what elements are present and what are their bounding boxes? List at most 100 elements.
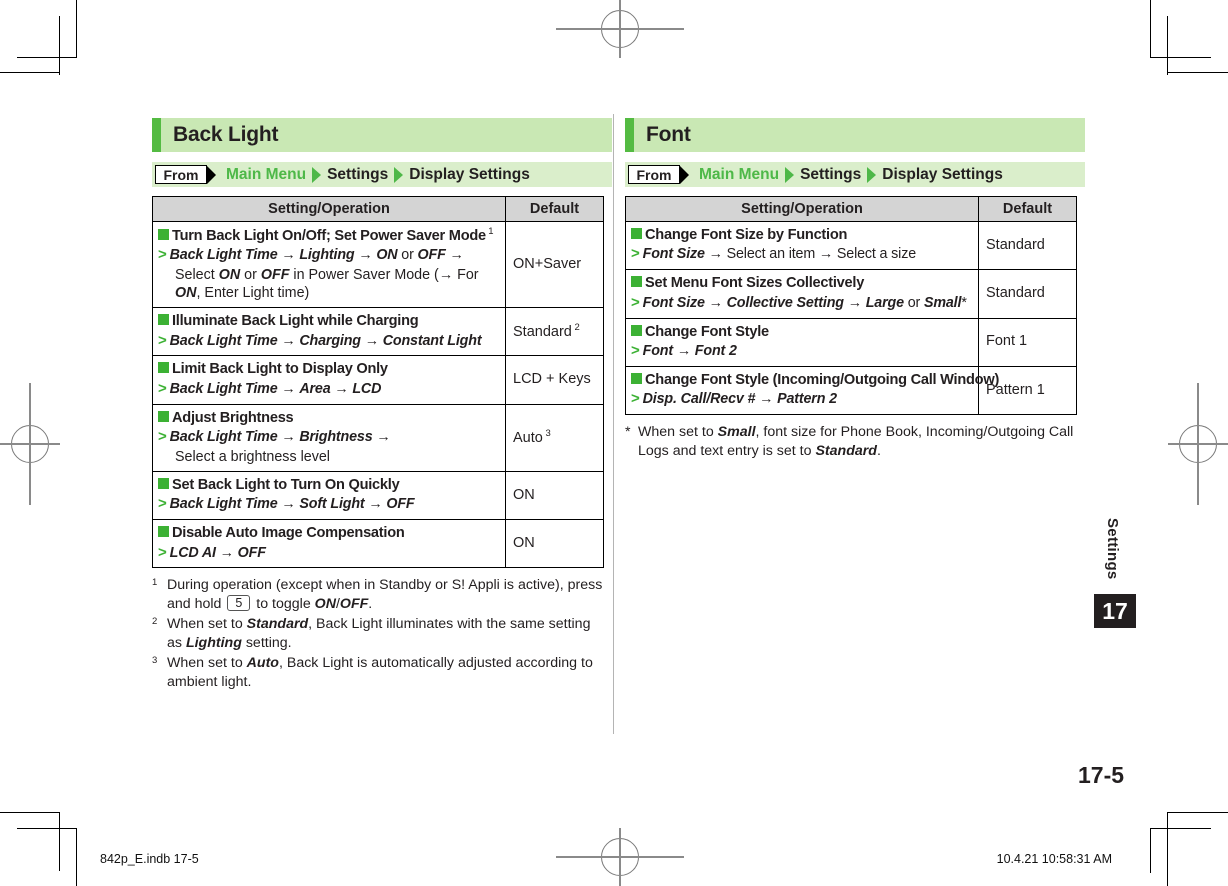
printer-footer-left: 842p_E.indb 17-5 xyxy=(100,852,199,866)
table-row: Disable Auto Image Compensation > LCD AI →… xyxy=(152,519,604,569)
text-run: → xyxy=(277,380,300,397)
text-run: Soft Light xyxy=(299,496,365,513)
operation-title: Limit Back Light to Display Only xyxy=(158,360,500,378)
footnote-marker: 1 xyxy=(152,577,158,589)
operation-title: Adjust Brightness xyxy=(158,409,500,427)
text-run: Select a brightness level xyxy=(175,448,330,465)
operation-cell: Change Font Size by Function > Font Size →… xyxy=(625,220,979,271)
crop-mark-top-right-inner-v xyxy=(1167,16,1169,75)
operation-title: Set Menu Font Sizes Collectively xyxy=(631,274,973,292)
breadcrumb-item-settings[interactable]: Settings xyxy=(800,166,861,184)
breadcrumb-item-display-settings[interactable]: Display Settings xyxy=(882,166,1003,184)
text-run: → xyxy=(704,294,727,311)
chapter-number-badge: 17 xyxy=(1094,594,1136,628)
breadcrumb-item-settings[interactable]: Settings xyxy=(327,166,388,184)
chevron-right-icon xyxy=(312,166,322,183)
table-row: Change Font Style (Incoming/Outgoing Cal… xyxy=(625,365,1077,416)
text-run: Large xyxy=(865,294,904,311)
footnote-ref: 2 xyxy=(571,322,580,334)
footnote-ref: 1 xyxy=(485,226,494,237)
green-square-bullet-icon xyxy=(631,324,642,336)
text-run: Brightness xyxy=(299,429,373,446)
column-divider xyxy=(613,114,614,734)
section-title: Font xyxy=(646,123,691,146)
chevron-right-icon xyxy=(867,166,877,183)
text-run: OFF xyxy=(417,247,446,264)
text-run: → xyxy=(755,391,778,408)
operation-cell: Disable Auto Image Compensation > LCD AI →… xyxy=(152,519,506,569)
default-value-cell: Font 1 xyxy=(978,317,1077,367)
chevron-right-icon xyxy=(394,166,404,183)
text-run: Back Light Time xyxy=(169,247,278,264)
settings-table: Setting/Operation Default Change Font Si… xyxy=(625,196,1077,416)
section-header: Back Light xyxy=(152,118,612,152)
footnote-text: When set to Standard, Back Light illumin… xyxy=(167,615,607,653)
breadcrumb-item-display-settings[interactable]: Display Settings xyxy=(409,166,530,184)
text-run: → Select an item → Select a size xyxy=(704,246,917,263)
default-value-cell: LCD + Keys xyxy=(505,355,604,405)
green-square-bullet-icon xyxy=(158,228,169,240)
text-run: → xyxy=(673,342,695,359)
green-square-bullet-icon xyxy=(631,276,642,288)
text-run: → xyxy=(277,496,300,513)
breadcrumb-item-main-menu[interactable]: Main Menu xyxy=(226,166,306,184)
footnotes: * When set to Small, font size for Phone … xyxy=(625,423,1080,461)
operation-cell: Turn Back Light On/Off; Set Power Saver … xyxy=(152,220,506,309)
column-header-operation: Setting/Operation xyxy=(625,196,979,222)
text-run: or xyxy=(397,247,418,264)
text-run: → xyxy=(843,294,866,311)
text-run: Pattern 2 xyxy=(777,391,837,408)
operation-step: > Back Light Time → Area → LCD xyxy=(158,380,500,399)
printer-footer-right: 10.4.21 10:58:31 AM xyxy=(996,852,1112,866)
footnote: * When set to Small, font size for Phone … xyxy=(625,423,1080,461)
crop-mark-bottom-left-inner-v xyxy=(59,812,61,871)
green-square-bullet-icon xyxy=(158,362,169,374)
breadcrumb-item-main-menu[interactable]: Main Menu xyxy=(699,166,779,184)
chevron-right-icon xyxy=(785,166,795,183)
footnote-marker: 2 xyxy=(152,616,158,628)
text-run: Select xyxy=(175,267,219,284)
operation-title: Disable Auto Image Compensation xyxy=(158,524,500,542)
table-row: Adjust Brightness > Back Light Time → Brig… xyxy=(152,403,604,472)
table-header-row: Setting/Operation Default xyxy=(625,196,1077,222)
breadcrumb-from-label: From xyxy=(155,165,207,184)
operation-step: > Disp. Call/Recv # → Pattern 2 xyxy=(631,390,973,409)
text-run: → xyxy=(330,380,353,397)
text-run: Standard xyxy=(246,616,309,633)
text-run: LCD AI xyxy=(169,544,216,561)
text-run: Back Light Time xyxy=(169,496,278,513)
text-run: → xyxy=(277,429,300,446)
footnote-ref: 3 xyxy=(542,428,551,440)
text-run: → xyxy=(372,429,391,446)
text-run: Font Size xyxy=(642,246,705,263)
green-square-bullet-icon xyxy=(158,477,169,489)
operation-cell: Limit Back Light to Display Only > Back Li… xyxy=(152,355,506,405)
footnote-text: When set to Small, font size for Phone B… xyxy=(638,423,1080,461)
table-row: Limit Back Light to Display Only > Back Li… xyxy=(152,355,604,405)
section-title: Back Light xyxy=(173,123,279,146)
operation-step: > LCD AI → OFF xyxy=(158,544,500,563)
operation-cell: Set Menu Font Sizes Collectively > Font Si… xyxy=(625,269,979,319)
crop-mark-bottom-left-v xyxy=(76,828,78,886)
text-run: LCD xyxy=(352,380,382,397)
footnote: 1 During operation (except when in Standb… xyxy=(152,576,607,614)
text-run: or xyxy=(240,267,261,284)
operation-step: > Back Light Time → Charging → Constant L… xyxy=(158,332,500,351)
text-run: → xyxy=(277,332,300,349)
default-value-cell: ON+Saver xyxy=(505,220,604,309)
text-run: in Power Saver Mode (→ For xyxy=(289,267,479,284)
table-body: Turn Back Light On/Off; Set Power Saver … xyxy=(152,220,604,569)
text-run: setting. xyxy=(241,635,292,652)
table-body: Change Font Size by Function > Font Size →… xyxy=(625,220,1077,416)
breadcrumb-from-arrow-icon xyxy=(680,165,689,184)
step-arrow-icon: > xyxy=(158,495,167,513)
text-run: → xyxy=(215,544,238,561)
text-run: → xyxy=(354,247,377,264)
chapter-tab: Settings 17 xyxy=(1094,518,1136,628)
operation-cell: Illuminate Back Light while Charging > Bac… xyxy=(152,307,506,357)
crop-mark-bottom-right-inner-v xyxy=(1150,828,1152,873)
breadcrumb-from-arrow-icon xyxy=(207,165,216,184)
crop-mark-top-right-inner-h xyxy=(1151,57,1211,59)
text-run: * xyxy=(961,294,967,311)
operation-title: Set Back Light to Turn On Quickly xyxy=(158,476,500,494)
